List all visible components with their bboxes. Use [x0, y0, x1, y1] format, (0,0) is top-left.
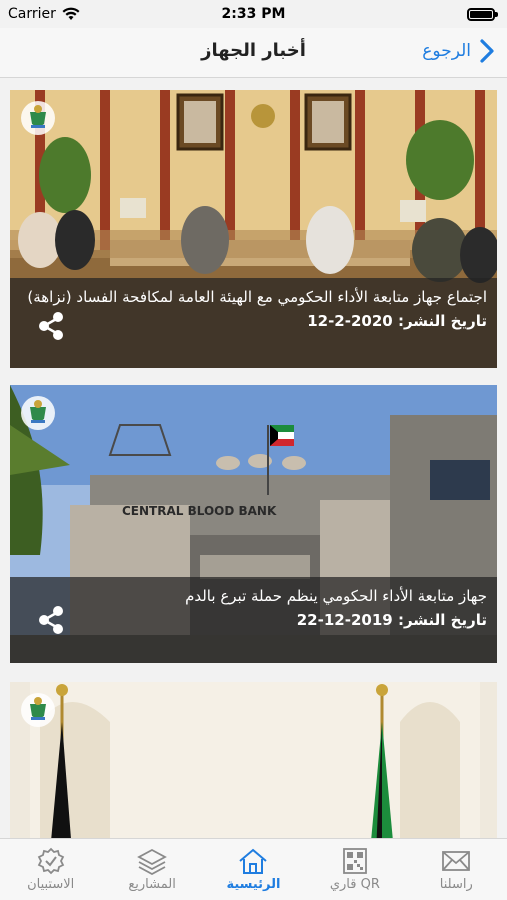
- tab-home[interactable]: الرئيسية: [203, 847, 303, 892]
- news-title[interactable]: اجتماع جهاز متابعة الأداء الحكومي مع اله…: [20, 286, 487, 308]
- tab-label: الرئيسية: [226, 877, 281, 892]
- home-icon: [239, 848, 268, 874]
- share-icon[interactable]: [34, 603, 68, 637]
- tab-survey[interactable]: الاستبيان: [1, 847, 101, 892]
- tab-contact[interactable]: راسلنا: [406, 847, 506, 892]
- tab-bar: الاستبيان المشاريع الرئيسية قاري QR راسل…: [0, 838, 507, 900]
- news-title[interactable]: جهاز متابعة الأداء الحكومي ينظم حملة تبر…: [20, 585, 487, 607]
- emblem-logo-icon: [21, 396, 55, 430]
- blood-bank-sign: CENTRAL BLOOD BANK: [122, 504, 277, 518]
- tab-qr-reader[interactable]: قاري QR: [305, 847, 405, 892]
- news-caption: جهاز متابعة الأداء الحكومي ينظم حملة تبر…: [10, 577, 497, 663]
- news-card[interactable]: اجتماع جهاز متابعة الأداء الحكومي مع اله…: [10, 90, 497, 368]
- back-label: الرجوع: [422, 41, 471, 61]
- news-card[interactable]: [10, 682, 497, 840]
- back-button[interactable]: الرجوع: [422, 38, 495, 64]
- status-bar: Carrier 2:33 PM: [0, 0, 507, 28]
- news-feed[interactable]: اجتماع جهاز متابعة الأداء الحكومي مع اله…: [0, 80, 507, 840]
- news-date: تاريخ النشر: 2020-2-12: [307, 312, 487, 330]
- tab-projects[interactable]: المشاريع: [102, 847, 202, 892]
- mail-icon: [442, 851, 471, 871]
- layers-icon: [137, 848, 167, 875]
- tab-label: المشاريع: [128, 877, 176, 892]
- carrier-label: Carrier: [8, 6, 56, 22]
- badge-check-icon: [37, 847, 64, 875]
- news-photo-flags: [10, 682, 497, 840]
- wifi-icon: [62, 7, 80, 20]
- share-icon[interactable]: [34, 309, 68, 343]
- tab-label: راسلنا: [439, 877, 473, 892]
- tab-label: قاري QR: [329, 877, 380, 892]
- qr-icon: [342, 848, 367, 874]
- battery-icon: [467, 7, 498, 21]
- news-card[interactable]: CENTRAL BLOOD BANK جهاز متابعة الأداء ال…: [10, 385, 497, 663]
- news-date: تاريخ النشر: 2019-12-22: [296, 611, 487, 629]
- news-caption: اجتماع جهاز متابعة الأداء الحكومي مع اله…: [10, 278, 497, 368]
- status-left: Carrier: [8, 6, 80, 22]
- tab-label: الاستبيان: [27, 877, 75, 892]
- emblem-logo-icon: [21, 693, 55, 727]
- emblem-logo-icon: [21, 101, 55, 135]
- navigation-bar: أخبار الجهاز الرجوع: [0, 28, 507, 78]
- chevron-right-icon: [480, 39, 494, 63]
